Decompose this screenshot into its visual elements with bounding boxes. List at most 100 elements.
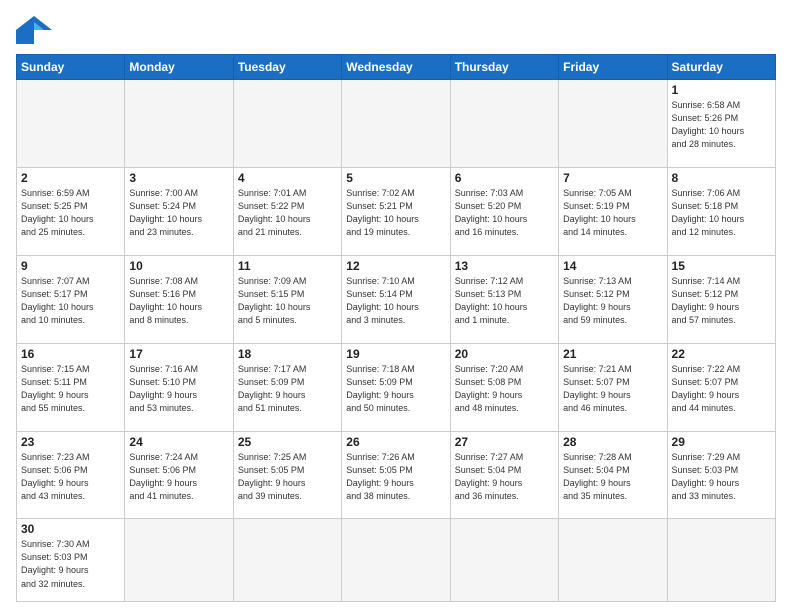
calendar-cell: 13Sunrise: 7:12 AM Sunset: 5:13 PM Dayli… [450,255,558,343]
calendar-cell [233,519,341,602]
day-number: 5 [346,171,445,185]
day-info: Sunrise: 7:02 AM Sunset: 5:21 PM Dayligh… [346,187,445,239]
calendar-cell: 27 Sunrise: 7:27 AM Sunset: 5:04 PM Dayli… [450,431,558,519]
day-number: 29 [672,435,771,449]
day-number: 18 [238,347,337,361]
logo [16,16,56,44]
calendar-cell: 10 Sunrise: 7:08 AM Sunset: 5:16 PM Dayli… [125,255,233,343]
day-number: 11 [238,259,337,273]
calendar-cell: 4 Sunrise: 7:01 AM Sunset: 5:22 PM Daylig… [233,167,341,255]
calendar-cell: 8Sunrise: 7:06 AM Sunset: 5:18 PM Daylig… [667,167,775,255]
calendar-cell: 12Sunrise: 7:10 AM Sunset: 5:14 PM Dayli… [342,255,450,343]
calendar-cell [559,80,667,168]
day-info: Sunrise: 7:26 AM Sunset: 5:05 PM Dayligh… [346,451,445,503]
calendar-week-row: 1 Sunrise: 6:58 AM Sunset: 5:26 PM Daylig… [17,80,776,168]
calendar-cell: 15Sunrise: 7:14 AM Sunset: 5:12 PM Dayli… [667,255,775,343]
day-info: Sunrise: 7:20 AM Sunset: 5:08 PM Dayligh… [455,363,554,415]
calendar-week-row: 30Sunrise: 7:30 AM Sunset: 5:03 PM Dayli… [17,519,776,602]
day-info: Sunrise: 7:27 AM Sunset: 5:04 PM Dayligh… [455,451,554,503]
day-info: Sunrise: 7:30 AM Sunset: 5:03 PM Dayligh… [21,538,120,590]
calendar-week-row: 2 Sunrise: 6:59 AM Sunset: 5:25 PM Daylig… [17,167,776,255]
calendar-cell [450,80,558,168]
calendar-week-row: 23 Sunrise: 7:23 AM Sunset: 5:06 PM Dayli… [17,431,776,519]
calendar-cell: 23 Sunrise: 7:23 AM Sunset: 5:06 PM Dayli… [17,431,125,519]
calendar-header-row: SundayMondayTuesdayWednesdayThursdayFrid… [17,55,776,80]
calendar-cell: 26 Sunrise: 7:26 AM Sunset: 5:05 PM Dayli… [342,431,450,519]
calendar-cell: 25 Sunrise: 7:25 AM Sunset: 5:05 PM Dayli… [233,431,341,519]
calendar-cell [450,519,558,602]
day-info: Sunrise: 7:06 AM Sunset: 5:18 PM Dayligh… [672,187,771,239]
day-info: Sunrise: 7:12 AM Sunset: 5:13 PM Dayligh… [455,275,554,327]
day-info: Sunrise: 6:58 AM Sunset: 5:26 PM Dayligh… [672,99,771,151]
calendar-cell: 20 Sunrise: 7:20 AM Sunset: 5:08 PM Dayli… [450,343,558,431]
day-number: 23 [21,435,120,449]
header [16,16,776,44]
day-info: Sunrise: 7:25 AM Sunset: 5:05 PM Dayligh… [238,451,337,503]
calendar-cell: 2 Sunrise: 6:59 AM Sunset: 5:25 PM Daylig… [17,167,125,255]
calendar-cell [233,80,341,168]
day-header-friday: Friday [559,55,667,80]
calendar-cell: 18Sunrise: 7:17 AM Sunset: 5:09 PM Dayli… [233,343,341,431]
calendar-cell: 6Sunrise: 7:03 AM Sunset: 5:20 PM Daylig… [450,167,558,255]
day-number: 22 [672,347,771,361]
day-number: 15 [672,259,771,273]
page: SundayMondayTuesdayWednesdayThursdayFrid… [0,0,792,612]
calendar-cell [17,80,125,168]
calendar-cell [559,519,667,602]
day-info: Sunrise: 7:23 AM Sunset: 5:06 PM Dayligh… [21,451,120,503]
day-number: 7 [563,171,662,185]
calendar-cell: 7 Sunrise: 7:05 AM Sunset: 5:19 PM Daylig… [559,167,667,255]
calendar-week-row: 16 Sunrise: 7:15 AM Sunset: 5:11 PM Dayli… [17,343,776,431]
day-header-monday: Monday [125,55,233,80]
day-number: 19 [346,347,445,361]
day-info: Sunrise: 7:24 AM Sunset: 5:06 PM Dayligh… [129,451,228,503]
day-number: 25 [238,435,337,449]
day-info: Sunrise: 6:59 AM Sunset: 5:25 PM Dayligh… [21,187,120,239]
day-info: Sunrise: 7:15 AM Sunset: 5:11 PM Dayligh… [21,363,120,415]
day-number: 27 [455,435,554,449]
day-info: Sunrise: 7:08 AM Sunset: 5:16 PM Dayligh… [129,275,228,327]
day-number: 21 [563,347,662,361]
calendar-table: SundayMondayTuesdayWednesdayThursdayFrid… [16,54,776,602]
day-number: 14 [563,259,662,273]
calendar-cell [342,80,450,168]
day-info: Sunrise: 7:07 AM Sunset: 5:17 PM Dayligh… [21,275,120,327]
day-info: Sunrise: 7:29 AM Sunset: 5:03 PM Dayligh… [672,451,771,503]
calendar-cell: 19 Sunrise: 7:18 AM Sunset: 5:09 PM Dayli… [342,343,450,431]
calendar-cell: 16 Sunrise: 7:15 AM Sunset: 5:11 PM Dayli… [17,343,125,431]
day-info: Sunrise: 7:03 AM Sunset: 5:20 PM Dayligh… [455,187,554,239]
day-number: 4 [238,171,337,185]
calendar-cell: 21Sunrise: 7:21 AM Sunset: 5:07 PM Dayli… [559,343,667,431]
day-info: Sunrise: 7:28 AM Sunset: 5:04 PM Dayligh… [563,451,662,503]
day-info: Sunrise: 7:05 AM Sunset: 5:19 PM Dayligh… [563,187,662,239]
calendar-cell: 24 Sunrise: 7:24 AM Sunset: 5:06 PM Dayli… [125,431,233,519]
day-info: Sunrise: 7:09 AM Sunset: 5:15 PM Dayligh… [238,275,337,327]
calendar-cell: 17 Sunrise: 7:16 AM Sunset: 5:10 PM Dayli… [125,343,233,431]
day-info: Sunrise: 7:01 AM Sunset: 5:22 PM Dayligh… [238,187,337,239]
day-number: 24 [129,435,228,449]
calendar-cell [667,519,775,602]
calendar-week-row: 9 Sunrise: 7:07 AM Sunset: 5:17 PM Daylig… [17,255,776,343]
day-number: 16 [21,347,120,361]
day-header-thursday: Thursday [450,55,558,80]
day-number: 1 [672,83,771,97]
day-info: Sunrise: 7:16 AM Sunset: 5:10 PM Dayligh… [129,363,228,415]
day-number: 17 [129,347,228,361]
day-number: 20 [455,347,554,361]
day-info: Sunrise: 7:13 AM Sunset: 5:12 PM Dayligh… [563,275,662,327]
day-info: Sunrise: 7:10 AM Sunset: 5:14 PM Dayligh… [346,275,445,327]
day-info: Sunrise: 7:18 AM Sunset: 5:09 PM Dayligh… [346,363,445,415]
day-header-tuesday: Tuesday [233,55,341,80]
calendar-cell: 1 Sunrise: 6:58 AM Sunset: 5:26 PM Daylig… [667,80,775,168]
calendar-cell [125,80,233,168]
calendar-cell: 5 Sunrise: 7:02 AM Sunset: 5:21 PM Daylig… [342,167,450,255]
day-number: 9 [21,259,120,273]
calendar-cell [342,519,450,602]
calendar-cell: 9 Sunrise: 7:07 AM Sunset: 5:17 PM Daylig… [17,255,125,343]
day-header-sunday: Sunday [17,55,125,80]
calendar-cell: 29 Sunrise: 7:29 AM Sunset: 5:03 PM Dayli… [667,431,775,519]
day-number: 10 [129,259,228,273]
day-number: 26 [346,435,445,449]
day-info: Sunrise: 7:00 AM Sunset: 5:24 PM Dayligh… [129,187,228,239]
day-number: 2 [21,171,120,185]
